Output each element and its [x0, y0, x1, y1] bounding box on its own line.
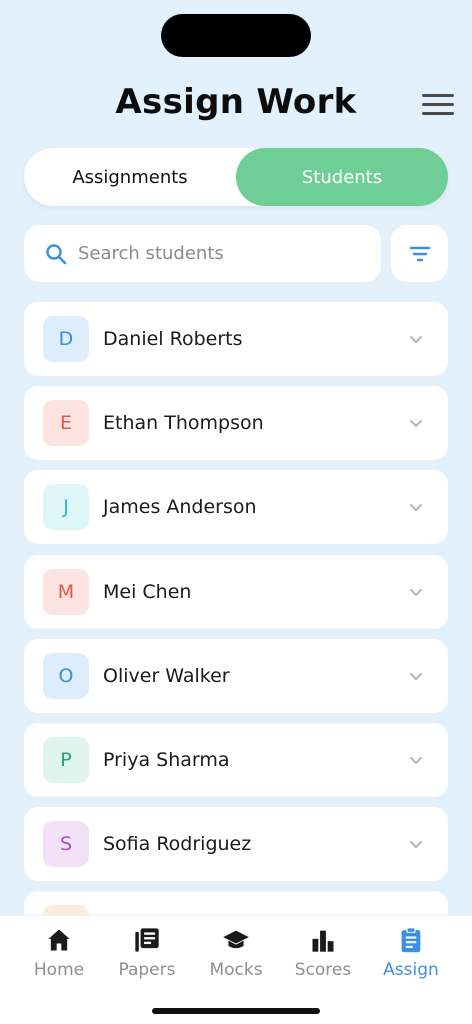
- avatar: O: [43, 653, 89, 699]
- student-row[interactable]: D Daniel Roberts: [24, 302, 448, 376]
- student-name: Sofia Rodriguez: [103, 833, 252, 855]
- tab-papers-label: Papers: [118, 960, 176, 980]
- chevron-down-icon[interactable]: [404, 832, 428, 856]
- avatar: J: [43, 484, 89, 530]
- segment-students[interactable]: Students: [236, 148, 448, 206]
- student-name: Ethan Thompson: [103, 412, 264, 434]
- tab-scores-label: Scores: [294, 960, 352, 980]
- student-name: Priya Sharma: [103, 749, 230, 771]
- graduation-cap-icon: [223, 930, 249, 949]
- tab-mocks-label: Mocks: [209, 960, 263, 980]
- tab-home[interactable]: Home: [14, 926, 104, 980]
- clipboard-icon: [401, 927, 421, 953]
- tab-papers[interactable]: Papers: [102, 926, 192, 980]
- student-row[interactable]: S Sofia Rodriguez: [24, 807, 448, 881]
- home-icon: [48, 929, 70, 951]
- student-row[interactable]: M Mei Chen: [24, 555, 448, 629]
- filter-button[interactable]: [391, 225, 448, 282]
- search-bar: [24, 225, 381, 282]
- chevron-down-icon[interactable]: [404, 664, 428, 688]
- tab-mocks[interactable]: Mocks: [191, 926, 281, 980]
- student-row[interactable]: P Priya Sharma: [24, 723, 448, 797]
- student-row[interactable]: E Ethan Thompson: [24, 386, 448, 460]
- student-name: James Anderson: [103, 496, 257, 518]
- chevron-down-icon[interactable]: [404, 495, 428, 519]
- bar-chart-icon: [312, 930, 334, 952]
- search-input[interactable]: [78, 243, 358, 264]
- avatar: S: [43, 821, 89, 867]
- tab-scores[interactable]: Scores: [278, 926, 368, 980]
- hamburger-menu-icon[interactable]: [422, 94, 454, 116]
- tab-assign[interactable]: Assign: [366, 926, 456, 980]
- segmented-control: Assignments Students: [24, 148, 448, 206]
- student-name: Oliver Walker: [103, 665, 230, 687]
- dynamic-island: [161, 14, 311, 57]
- tab-home-label: Home: [33, 960, 85, 980]
- filter-icon: [409, 246, 430, 261]
- avatar: M: [43, 569, 89, 615]
- avatar: D: [43, 316, 89, 362]
- page-title: Assign Work: [115, 82, 357, 122]
- student-row[interactable]: O Oliver Walker: [24, 639, 448, 713]
- papers-icon: [135, 928, 159, 952]
- chevron-down-icon[interactable]: [404, 327, 428, 351]
- avatar: P: [43, 737, 89, 783]
- screen: Assign Work Assignments Students D Daniel…: [0, 0, 472, 1024]
- student-name: Mei Chen: [103, 581, 192, 603]
- search-icon: [46, 243, 67, 264]
- home-indicator: [152, 1008, 320, 1014]
- tab-assign-label: Assign: [383, 960, 439, 980]
- chevron-down-icon[interactable]: [404, 411, 428, 435]
- chevron-down-icon[interactable]: [404, 748, 428, 772]
- student-row[interactable]: J James Anderson: [24, 470, 448, 544]
- student-name: Daniel Roberts: [103, 328, 243, 350]
- segment-assignments[interactable]: Assignments: [24, 148, 236, 206]
- chevron-down-icon[interactable]: [404, 580, 428, 604]
- avatar: E: [43, 400, 89, 446]
